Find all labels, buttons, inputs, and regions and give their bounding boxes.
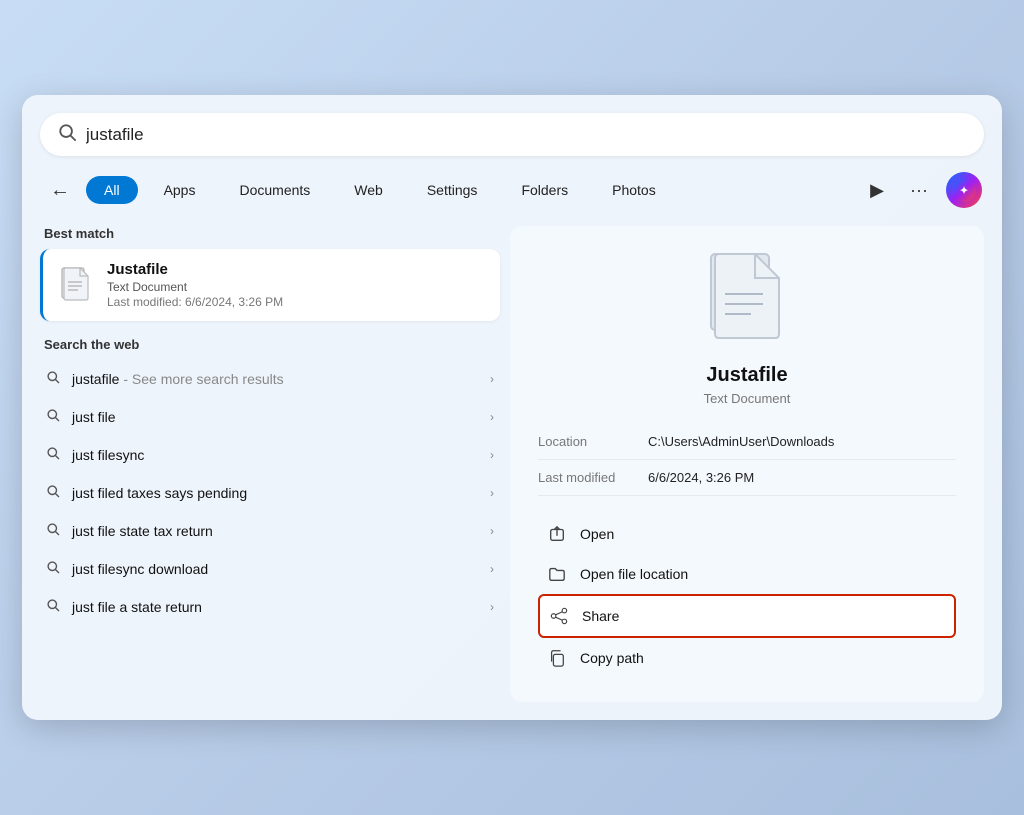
search-web-section: Search the web justafile - See more sear…	[40, 337, 500, 626]
web-item-text-3: just filed taxes says pending	[72, 485, 490, 501]
web-search-icon-3	[46, 484, 60, 502]
action-open-location-label: Open file location	[580, 566, 688, 582]
web-item-arrow-5: ›	[490, 562, 494, 576]
preview-file-name: Justafile	[706, 364, 787, 387]
best-match-label: Best match	[40, 226, 500, 241]
open-icon	[548, 525, 566, 543]
web-item-text-2: just filesync	[72, 447, 490, 463]
web-item-4[interactable]: just file state tax return ›	[40, 512, 500, 550]
search-input[interactable]	[86, 125, 966, 145]
preview-file-type: Text Document	[704, 391, 791, 406]
filter-folders[interactable]: Folders	[503, 176, 586, 204]
meta-location-label: Location	[538, 434, 648, 449]
action-open-label: Open	[580, 526, 614, 542]
web-item-arrow-1: ›	[490, 410, 494, 424]
best-match-info: Justafile Text Document Last modified: 6…	[107, 261, 283, 309]
action-share-label: Share	[582, 608, 619, 624]
folder-icon	[548, 565, 566, 583]
copy-icon	[548, 649, 566, 667]
meta-modified-row: Last modified 6/6/2024, 3:26 PM	[538, 460, 956, 496]
file-meta: Location C:\Users\AdminUser\Downloads La…	[538, 424, 956, 496]
action-copy-path[interactable]: Copy path	[538, 638, 956, 678]
search-icon	[58, 123, 76, 146]
filter-web[interactable]: Web	[336, 176, 401, 204]
web-search-icon-2	[46, 446, 60, 464]
search-web-label: Search the web	[40, 337, 500, 352]
web-item-text-4: just file state tax return	[72, 523, 490, 539]
filter-settings[interactable]: Settings	[409, 176, 496, 204]
more-button[interactable]: ···	[902, 176, 936, 205]
svg-text:✦: ✦	[959, 184, 969, 198]
web-item-3[interactable]: just filed taxes says pending ›	[40, 474, 500, 512]
action-open[interactable]: Open	[538, 514, 956, 554]
web-item-0[interactable]: justafile - See more search results ›	[40, 360, 500, 398]
file-preview-icon	[707, 250, 787, 352]
search-bar	[40, 113, 984, 156]
best-match-modified: Last modified: 6/6/2024, 3:26 PM	[107, 295, 283, 309]
web-search-icon-0	[46, 370, 60, 388]
web-item-5[interactable]: just filesync download ›	[40, 550, 500, 588]
best-match-subtitle: Text Document	[107, 280, 283, 294]
right-panel: Justafile Text Document Location C:\User…	[510, 226, 984, 702]
search-panel: ← All Apps Documents Web Settings Folder…	[22, 95, 1002, 720]
best-match-title: Justafile	[107, 261, 283, 278]
meta-modified-value: 6/6/2024, 3:26 PM	[648, 470, 754, 485]
play-button[interactable]: ▶	[862, 176, 892, 205]
filter-documents[interactable]: Documents	[221, 176, 328, 204]
filter-apps[interactable]: Apps	[146, 176, 214, 204]
file-icon	[57, 266, 95, 304]
web-search-icon-1	[46, 408, 60, 426]
filter-bar: ← All Apps Documents Web Settings Folder…	[40, 172, 984, 208]
action-open-location[interactable]: Open file location	[538, 554, 956, 594]
meta-modified-label: Last modified	[538, 470, 648, 485]
web-item-text-0: justafile - See more search results	[72, 371, 490, 387]
filter-more-actions: ▶ ··· ✦	[862, 172, 982, 208]
web-item-text-5: just filesync download	[72, 561, 490, 577]
back-button[interactable]: ←	[42, 175, 78, 206]
web-item-text-6: just file a state return	[72, 599, 490, 615]
filter-all[interactable]: All	[86, 176, 138, 204]
web-item-arrow-2: ›	[490, 448, 494, 462]
web-item-6[interactable]: just file a state return ›	[40, 588, 500, 626]
action-share[interactable]: Share	[538, 594, 956, 638]
share-icon	[550, 607, 568, 625]
filter-photos[interactable]: Photos	[594, 176, 674, 204]
web-item-2[interactable]: just filesync ›	[40, 436, 500, 474]
web-item-1[interactable]: just file ›	[40, 398, 500, 436]
web-search-icon-5	[46, 560, 60, 578]
meta-location-row: Location C:\Users\AdminUser\Downloads	[538, 424, 956, 460]
web-item-arrow-4: ›	[490, 524, 494, 538]
web-item-arrow-6: ›	[490, 600, 494, 614]
copilot-icon[interactable]: ✦	[946, 172, 982, 208]
best-match-item[interactable]: Justafile Text Document Last modified: 6…	[40, 249, 500, 321]
action-copy-path-label: Copy path	[580, 650, 644, 666]
web-item-text-1: just file	[72, 409, 490, 425]
web-item-arrow-0: ›	[490, 372, 494, 386]
web-search-icon-6	[46, 598, 60, 616]
web-search-icon-4	[46, 522, 60, 540]
main-content: Best match Justafile Text Document L	[40, 226, 984, 702]
left-panel: Best match Justafile Text Document L	[40, 226, 500, 702]
actions-list: Open Open file location	[538, 514, 956, 678]
web-item-arrow-3: ›	[490, 486, 494, 500]
meta-location-value: C:\Users\AdminUser\Downloads	[648, 434, 834, 449]
